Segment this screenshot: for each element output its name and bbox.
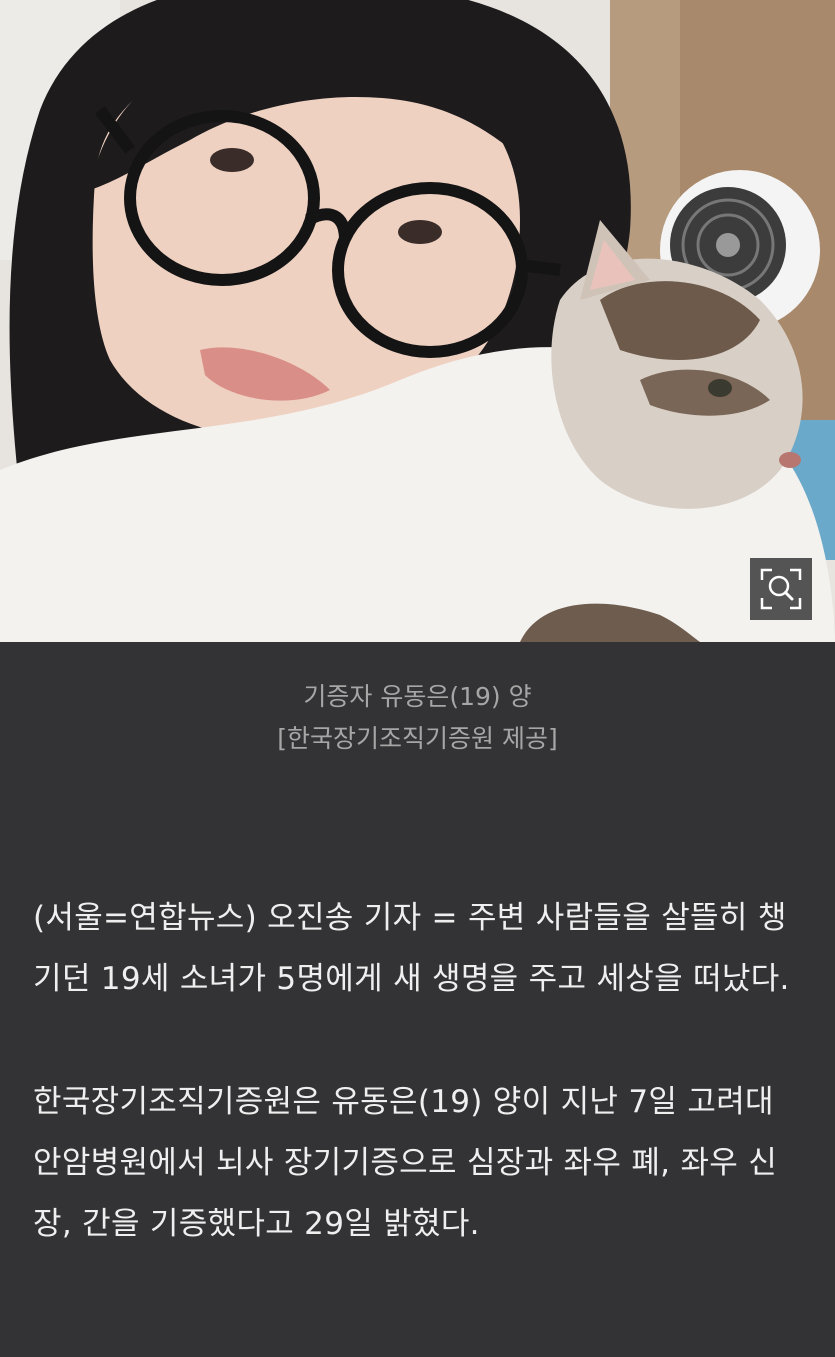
caption-line-2: [한국장기조직기증원 제공] bbox=[277, 724, 558, 753]
photo-caption: 기증자 유동은(19) 양 [한국장기조직기증원 제공] bbox=[0, 676, 835, 760]
article-paragraph-2: 한국장기조직기증원은 유동은(19) 양이 지난 7일 고려대 안암병원에서 뇌… bbox=[33, 1084, 778, 1242]
magnifier-zoom-icon bbox=[760, 568, 802, 610]
article-paragraph-1: (서울=연합뉴스) 오진송 기자 = 주변 사람들을 살뜰히 챙기던 19세 소… bbox=[33, 900, 790, 997]
photo-illustration bbox=[0, 0, 835, 642]
caption-line-1: 기증자 유동은(19) 양 bbox=[303, 682, 532, 711]
article-body: (서울=연합뉴스) 오진송 기자 = 주변 사람들을 살뜰히 챙기던 19세 소… bbox=[0, 888, 835, 1255]
zoom-button[interactable] bbox=[750, 558, 812, 620]
article-photo[interactable] bbox=[0, 0, 835, 642]
